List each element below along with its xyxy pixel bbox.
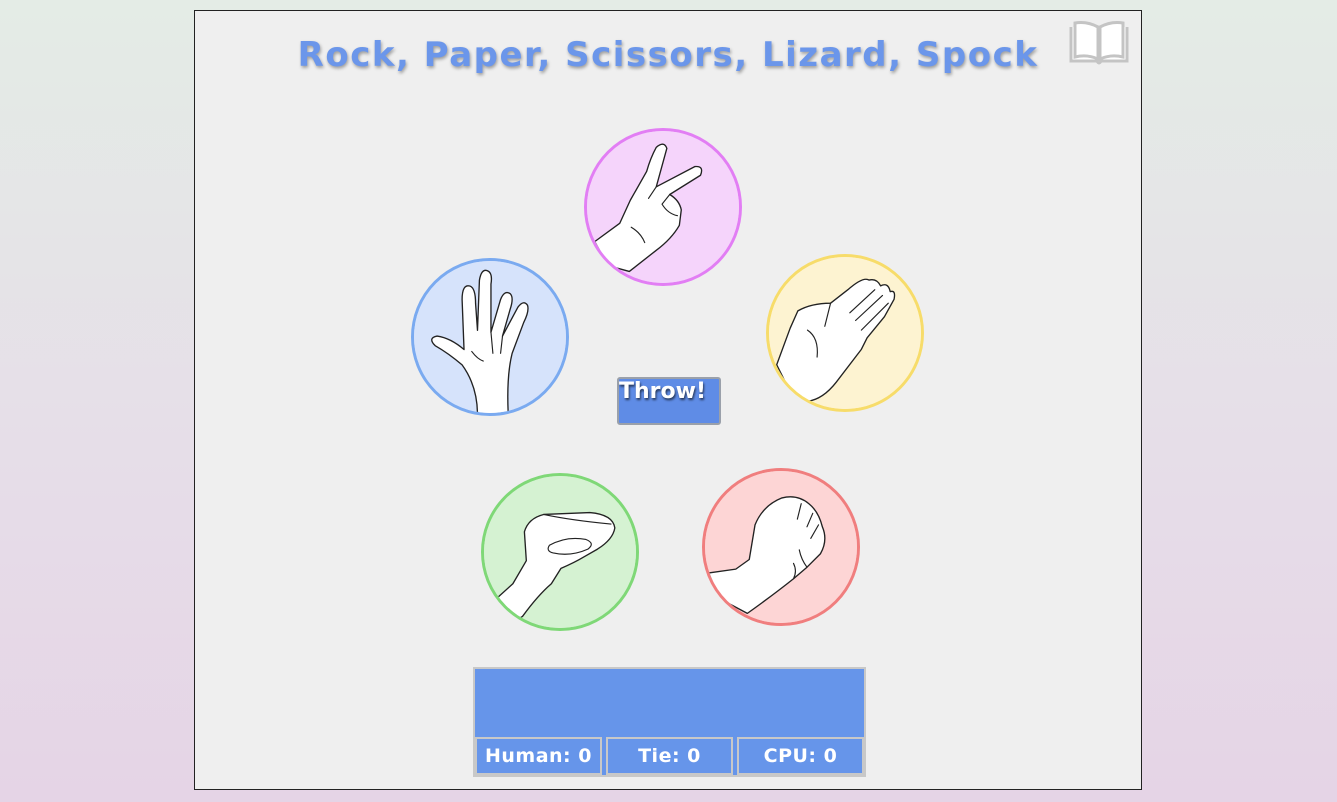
scissors-hand-icon: [587, 131, 739, 283]
rules-button[interactable]: [1067, 17, 1131, 69]
spock-choice[interactable]: [411, 258, 569, 416]
spock-hand-icon: [414, 261, 566, 413]
tie-score: Tie: 0: [606, 737, 733, 775]
result-display: [475, 669, 864, 737]
scoreboard: Human: 0 Tie: 0 CPU: 0: [473, 667, 866, 777]
throw-button-label: Throw!: [619, 379, 706, 404]
open-book-icon: [1069, 21, 1129, 65]
rock-hand-icon: [705, 471, 857, 623]
lizard-choice[interactable]: [481, 473, 639, 631]
human-score: Human: 0: [475, 737, 602, 775]
cpu-score: CPU: 0: [737, 737, 864, 775]
throw-button[interactable]: Throw!: [617, 377, 721, 425]
lizard-hand-icon: [484, 476, 636, 628]
page-title: Rock, Paper, Scissors, Lizard, Spock: [297, 35, 1039, 75]
rock-choice[interactable]: [702, 468, 860, 626]
paper-choice[interactable]: [766, 254, 924, 412]
paper-hand-icon: [769, 257, 921, 409]
scissors-choice[interactable]: [584, 128, 742, 286]
game-container: Rock, Paper, Scissors, Lizard, Spock Thr…: [194, 10, 1142, 790]
